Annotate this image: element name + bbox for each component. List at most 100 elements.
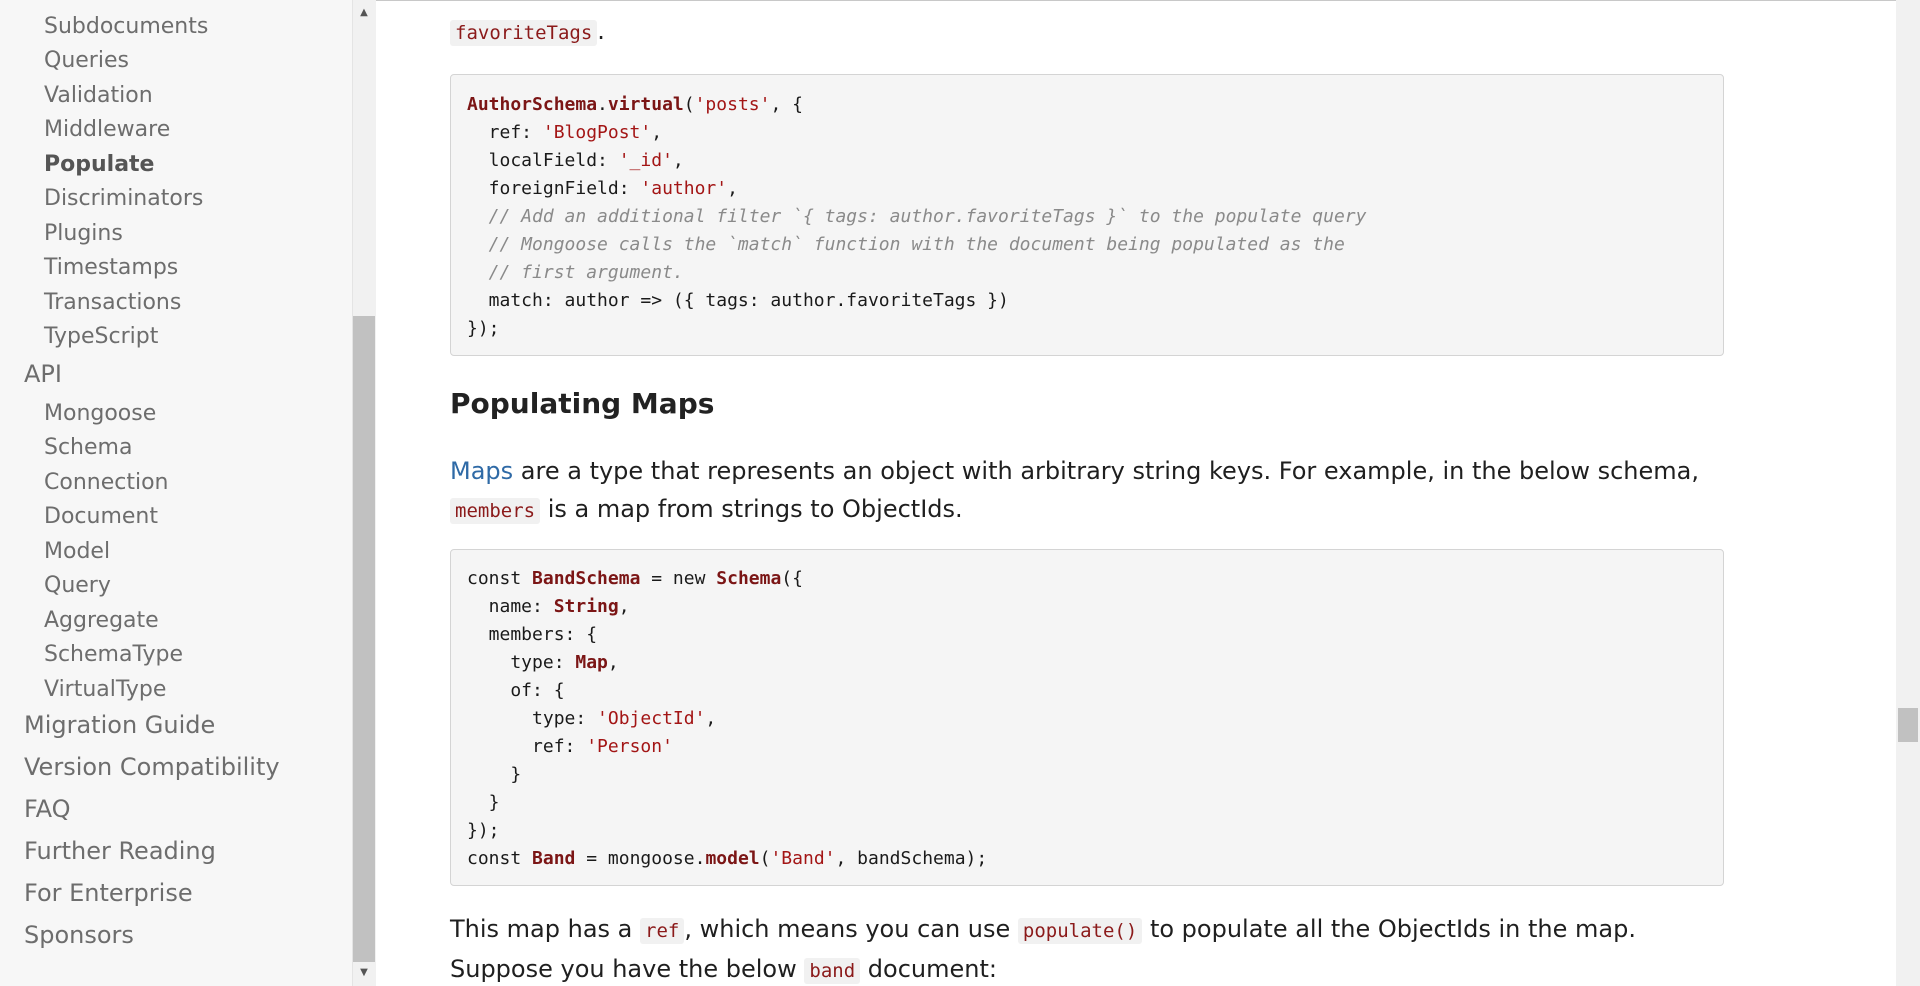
code-token: ,	[651, 122, 663, 143]
code-line: // first argument.	[467, 264, 684, 282]
nav-item-further-reading[interactable]: Further Reading	[24, 839, 216, 863]
code-token: 'BlogPost'	[542, 122, 652, 143]
bottom-text-4: document:	[860, 955, 997, 983]
code-line: members: {	[467, 626, 597, 644]
page-scrollbar-track[interactable]	[1896, 0, 1920, 986]
code-token: .	[597, 94, 608, 115]
inline-code-populate: populate()	[1017, 918, 1143, 944]
code-token: ,	[672, 150, 684, 171]
code-token: ,	[705, 708, 717, 729]
code-token: ,	[618, 596, 630, 617]
nav-item-model[interactable]: Model	[44, 541, 110, 563]
code-token: type:	[467, 708, 598, 729]
main-content: favoriteTags. AuthorSchema.virtual('post…	[376, 0, 1896, 986]
code-line: });	[467, 320, 500, 338]
nav-item-aggregate[interactable]: Aggregate	[44, 610, 159, 632]
code-token: Map	[575, 652, 608, 673]
code-token: = mongoose.	[575, 848, 706, 869]
nav-item-schematype[interactable]: SchemaType	[44, 644, 183, 666]
nav-item-validation[interactable]: Validation	[44, 85, 153, 107]
nav-item-connection[interactable]: Connection	[44, 472, 168, 494]
code-token: const	[467, 848, 533, 869]
code-line: const BandSchema = new Schema({	[467, 570, 803, 588]
inline-code-ref: ref	[640, 918, 685, 944]
nav-item-query[interactable]: Query	[44, 575, 111, 597]
code-token: BandSchema	[532, 568, 641, 589]
nav-item-timestamps[interactable]: Timestamps	[44, 257, 178, 279]
nav-item-populate[interactable]: Populate	[44, 154, 154, 176]
maps-paragraph: Maps are a type that represents an objec…	[450, 452, 1726, 530]
code-line: of: {	[467, 680, 565, 701]
sidebar-scrollbar-thumb[interactable]	[353, 316, 375, 962]
nav-item-mongoose[interactable]: Mongoose	[44, 403, 156, 425]
code-token: match: author => ({ tags: author.favorit…	[467, 290, 1009, 311]
nav-item-sponsors[interactable]: Sponsors	[24, 923, 134, 947]
inline-code-band: band	[804, 958, 861, 984]
nav-item-migration-guide[interactable]: Migration Guide	[24, 713, 215, 737]
code-token: name:	[467, 596, 554, 617]
code-token: 'posts'	[694, 94, 771, 115]
code-token: , {	[770, 94, 803, 115]
nav-item-queries[interactable]: Queries	[44, 50, 129, 72]
page-scrollbar-thumb[interactable]	[1898, 708, 1918, 742]
code-token: }	[467, 764, 522, 785]
code-token: ({	[781, 568, 803, 589]
code-token: 'Band'	[770, 848, 836, 869]
code-token: = new	[640, 568, 717, 589]
code-line: foreignField: 'author',	[467, 180, 738, 198]
code-token: '_id'	[618, 150, 673, 171]
code-token: ref:	[467, 736, 587, 757]
code-block-band-schema: const BandSchema = new Schema({ name: St…	[450, 549, 1724, 886]
code-token: (	[759, 848, 771, 869]
code-token: ,	[607, 652, 619, 673]
code-token: // Mongoose calls the `match` function w…	[467, 234, 1345, 255]
code-line: ref: 'Person'	[467, 738, 673, 756]
nav-item-for-enterprise[interactable]: For Enterprise	[24, 881, 193, 905]
nav-item-middleware[interactable]: Middleware	[44, 119, 170, 141]
sidebar-scroll-down-arrow-icon[interactable]: ▼	[353, 964, 375, 982]
code-line: }	[467, 766, 521, 784]
sidebar-scroll-up-arrow-icon[interactable]: ▲	[353, 4, 375, 22]
maps-text-2: is a map from strings to ObjectIds.	[540, 495, 963, 523]
nav-item-version-compatibility[interactable]: Version Compatibility	[24, 755, 280, 779]
code-token: }	[467, 792, 500, 813]
code-token: // Add an additional filter `{ tags: aut…	[467, 206, 1367, 227]
code-token: localField:	[467, 150, 619, 171]
code-token: Band	[532, 848, 576, 869]
code-line: });	[467, 822, 500, 840]
code-token: (	[683, 94, 695, 115]
code-token: ref:	[467, 122, 543, 143]
nav-item-plugins[interactable]: Plugins	[44, 223, 123, 245]
code-token: of: {	[467, 680, 565, 701]
code-token: // first argument.	[467, 262, 684, 283]
nav-item-schema[interactable]: Schema	[44, 437, 132, 459]
bottom-text-2: , which means you can use	[684, 915, 1018, 943]
code-line: type: Map,	[467, 652, 619, 673]
maps-text-1: are a type that represents an object wit…	[513, 457, 1699, 485]
nav-item-api[interactable]: API	[24, 362, 62, 386]
nav-item-transactions[interactable]: Transactions	[44, 292, 181, 314]
nav-item-discriminators[interactable]: Discriminators	[44, 188, 203, 210]
code-token: foreignField:	[467, 178, 641, 199]
maps-link[interactable]: Maps	[450, 457, 513, 485]
nav-item-subdocuments[interactable]: Subdocuments	[44, 16, 208, 38]
inline-code-favorite-tags: favoriteTags	[450, 20, 598, 46]
bottom-paragraph: This map has a ref, which means you can …	[450, 910, 1726, 986]
code-token: Schema	[716, 568, 782, 589]
inline-code-members: members	[450, 498, 541, 524]
code-token: AuthorSchema	[467, 94, 598, 115]
code-block-author-virtual: AuthorSchema.virtual('posts', { ref: 'Bl…	[450, 74, 1724, 356]
code-line: match: author => ({ tags: author.favorit…	[467, 292, 1009, 310]
nav-item-faq[interactable]: FAQ	[24, 797, 71, 821]
code-token: type:	[467, 652, 576, 673]
nav-item-typescript[interactable]: TypeScript	[44, 326, 158, 348]
nav-item-virtualtype[interactable]: VirtualType	[44, 679, 166, 701]
code-token: members: {	[467, 624, 598, 645]
code-line: // Add an additional filter `{ tags: aut…	[467, 206, 1367, 227]
nav-item-document[interactable]: Document	[44, 506, 158, 528]
code-line: name: String,	[467, 598, 630, 616]
code-token: });	[467, 318, 500, 339]
code-token: virtual	[607, 94, 684, 115]
code-line: const Band = mongoose.model('Band', band…	[467, 850, 987, 868]
code-token: 'Person'	[586, 736, 673, 757]
